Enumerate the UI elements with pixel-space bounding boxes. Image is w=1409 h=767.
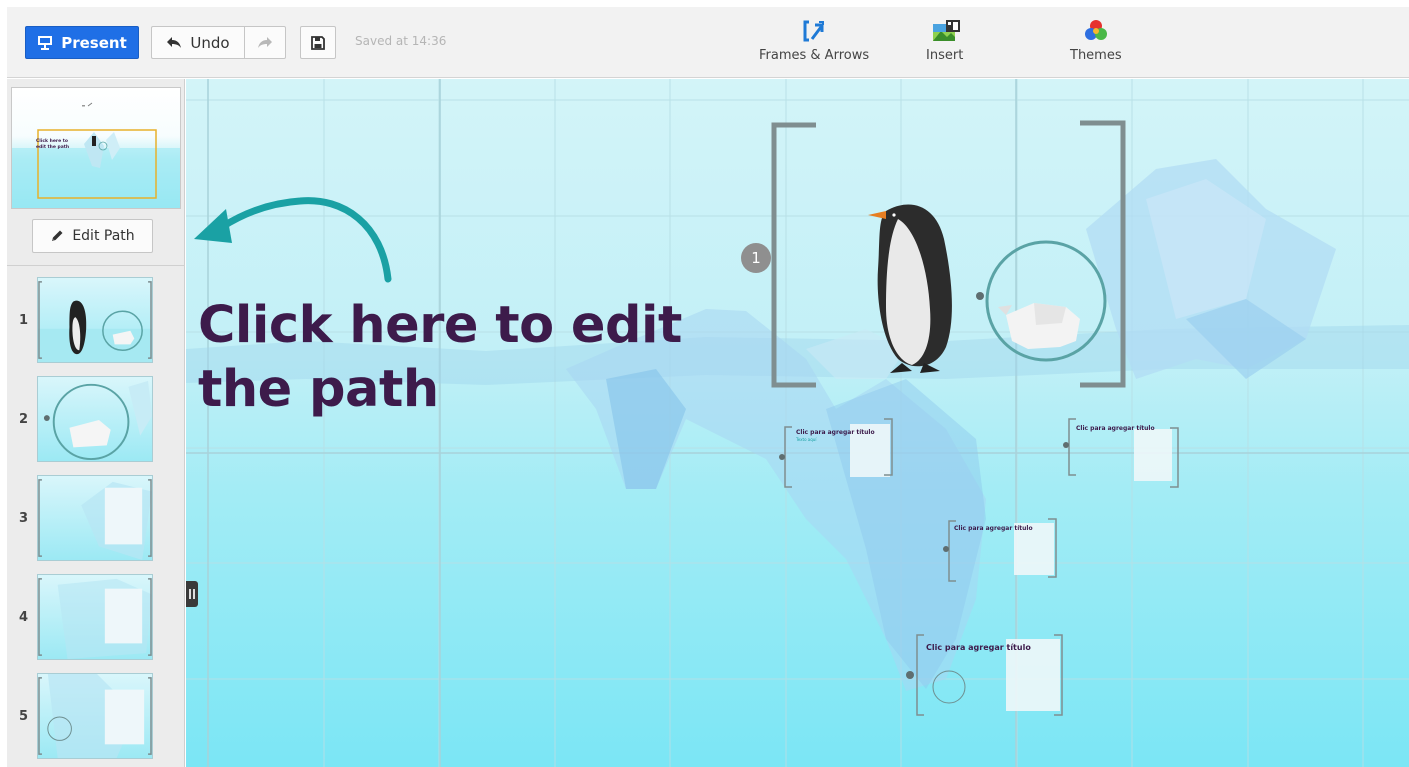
overview-caption: Click here to edit the path: [36, 139, 70, 150]
frames-arrows-label: Frames & Arrows: [759, 48, 870, 63]
slide-number: 5: [19, 709, 29, 724]
frames-arrows-tool[interactable]: Frames & Arrows: [759, 19, 869, 71]
insert-image-icon: [932, 19, 960, 43]
slide-thumbnail[interactable]: [37, 574, 153, 660]
present-button[interactable]: Present: [25, 26, 139, 59]
themes-icon: [1083, 19, 1109, 43]
present-label: Present: [61, 33, 127, 52]
slide-number: 3: [19, 511, 29, 526]
slide-thumbnail[interactable]: [37, 673, 153, 759]
canvas-artwork: [186, 79, 1409, 767]
slide-thumbnail[interactable]: [37, 376, 153, 462]
save-button[interactable]: [300, 26, 336, 59]
overview-thumbnail[interactable]: Click here to edit the path: [11, 87, 181, 209]
slide-item-5[interactable]: 5: [7, 673, 185, 761]
slide-item-1[interactable]: 1: [7, 277, 185, 365]
slide-thumbnail[interactable]: [37, 277, 153, 363]
frames-arrows-icon: [801, 19, 827, 43]
slide-number: 2: [19, 412, 29, 427]
slide-item-3[interactable]: 3: [7, 475, 185, 563]
placeholder-title[interactable]: Clic para agregar título: [1076, 425, 1155, 432]
themes-label: Themes: [1070, 48, 1122, 63]
canvas-headline[interactable]: Click here to edit the path: [198, 294, 758, 422]
path-step-badge[interactable]: 1: [741, 243, 771, 273]
saved-status: Saved at 14:36: [355, 34, 447, 48]
undo-arrow-icon: [167, 37, 182, 48]
slides-sidebar: Click here to edit the path Edit Path 1 …: [7, 79, 185, 767]
slide-thumbnail[interactable]: [37, 475, 153, 561]
floppy-disk-icon: [311, 35, 325, 50]
edit-path-button[interactable]: Edit Path: [32, 219, 153, 253]
placeholder-title[interactable]: Clic para agregar título: [926, 643, 1031, 652]
insert-tool[interactable]: Insert: [926, 19, 963, 71]
toolbar: Present Undo Saved at 14:36 Frames & Arr…: [7, 7, 1409, 78]
redo-button[interactable]: [244, 26, 286, 59]
themes-tool[interactable]: Themes: [1070, 19, 1122, 71]
sidebar-collapse-handle[interactable]: [186, 581, 198, 607]
sidebar-divider: [7, 265, 185, 266]
present-screen-icon: [38, 36, 53, 50]
insert-label: Insert: [926, 48, 964, 63]
undo-label: Undo: [190, 33, 230, 52]
placeholder-subtitle[interactable]: Texto aquí: [796, 437, 816, 442]
slide-number: 1: [19, 313, 29, 328]
slide-item-2[interactable]: 2: [7, 376, 185, 464]
headline-line-2: the path: [198, 360, 439, 419]
presentation-canvas[interactable]: Click here to edit the path 1 Clic para …: [186, 79, 1409, 767]
slide-number: 4: [19, 610, 29, 625]
headline-line-1: Click here to edit: [198, 296, 682, 355]
edit-path-label: Edit Path: [72, 228, 135, 244]
undo-button[interactable]: Undo: [151, 26, 244, 59]
slide-item-4[interactable]: 4: [7, 574, 185, 662]
placeholder-title[interactable]: Clic para agregar título: [796, 429, 875, 436]
pencil-icon: [52, 230, 63, 241]
placeholder-title[interactable]: Clic para agregar título: [954, 525, 1033, 532]
redo-arrow-icon: [258, 37, 272, 48]
